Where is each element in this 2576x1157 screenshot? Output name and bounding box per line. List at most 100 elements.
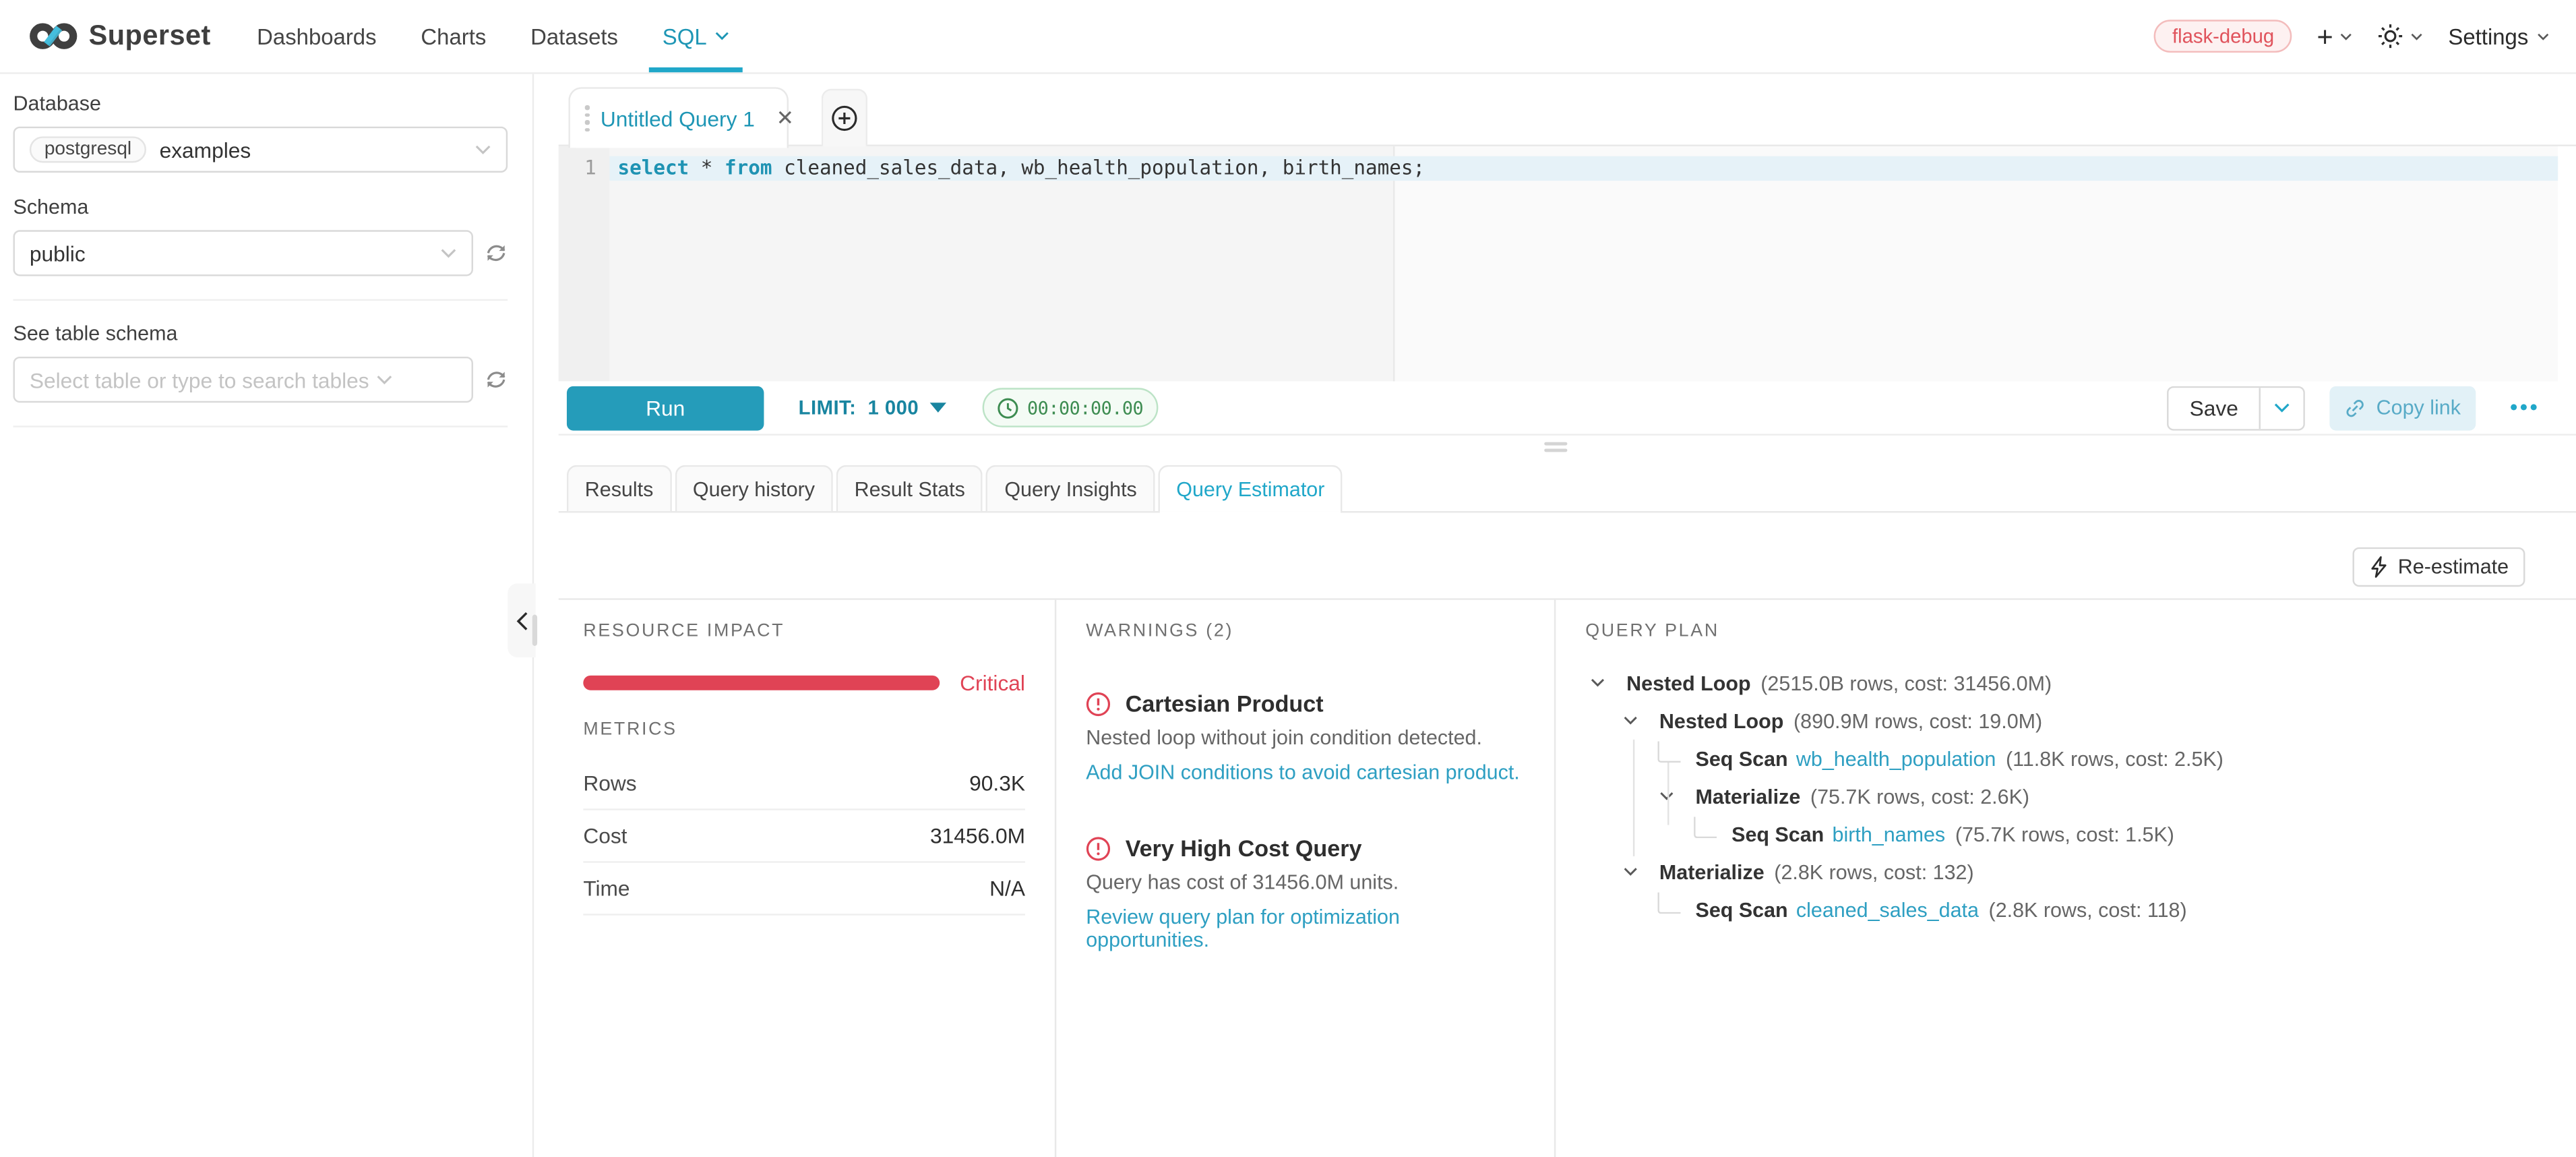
save-button[interactable]: Save xyxy=(2168,387,2260,428)
query-timer-badge: 00:00:00.00 xyxy=(983,388,1158,427)
metrics-header: METRICS xyxy=(583,720,1025,740)
plan-op: Materialize xyxy=(1659,860,1765,883)
close-tab-icon[interactable]: ✕ xyxy=(776,105,795,131)
run-button[interactable]: Run xyxy=(567,386,764,430)
new-menu-button[interactable]: + xyxy=(2317,22,2353,50)
metric-value: 90.3K xyxy=(969,771,1025,796)
plan-table-link[interactable]: birth_names xyxy=(1832,823,1945,846)
save-options-button[interactable] xyxy=(2260,387,2304,428)
chevron-down-icon xyxy=(2537,32,2550,40)
schema-select-value: public xyxy=(30,241,86,266)
refresh-tables-icon[interactable] xyxy=(485,368,508,391)
query-plan-header: QUERY PLAN xyxy=(1585,621,2546,641)
plus-icon: + xyxy=(2317,22,2333,50)
settings-label: Settings xyxy=(2448,24,2528,49)
query-estimator-panel: Re-estimate RESOURCE IMPACT Critical MET… xyxy=(559,513,2576,1157)
caret-down-icon[interactable] xyxy=(1622,863,1640,881)
sql-tables: cleaned_sales_data, wb_health_population… xyxy=(772,156,1425,179)
editor-actions-bar: Run LIMIT: 1 000 00:00:00.00 Save xyxy=(559,382,2576,436)
plan-op: Seq Scan xyxy=(1696,747,1788,770)
tab-query-history[interactable]: Query history xyxy=(675,465,833,511)
refresh-schemas-icon[interactable] xyxy=(485,241,508,264)
chevron-left-icon xyxy=(515,611,528,630)
tree-connector xyxy=(1694,817,1717,838)
tab-query-estimator[interactable]: Query Estimator xyxy=(1158,465,1343,511)
metrics-table: Rows 90.3K Cost 31456.0M Time N/A xyxy=(583,758,1025,916)
resource-impact-column: RESOURCE IMPACT Critical METRICS Rows 90… xyxy=(559,600,1057,1157)
chevron-down-icon xyxy=(474,144,491,155)
table-select[interactable]: Select table or type to search tables xyxy=(13,357,474,403)
main-nav: Dashboards Charts Datasets SQL xyxy=(257,0,730,72)
metric-value: N/A xyxy=(989,876,1025,901)
drag-handle-icon[interactable] xyxy=(585,105,589,131)
warnings-header: WARNINGS (2) xyxy=(1086,621,1525,641)
plan-node: Materialize (2.8K rows, cost: 132) xyxy=(1585,853,2546,891)
database-select[interactable]: postgresql examples xyxy=(13,127,508,173)
add-tab-button[interactable] xyxy=(822,89,867,146)
caret-down-icon[interactable] xyxy=(1589,674,1607,692)
plan-stats: (2515.0B rows, cost: 31456.0M) xyxy=(1760,672,2052,694)
plan-node: Nested Loop (2515.0B rows, cost: 31456.0… xyxy=(1585,664,2546,702)
metric-value: 31456.0M xyxy=(930,823,1025,848)
caret-down-icon[interactable] xyxy=(1622,711,1640,730)
copy-link-button[interactable]: Copy link xyxy=(2330,386,2476,430)
settings-menu-button[interactable]: Settings xyxy=(2448,24,2550,49)
splitter-handle-icon[interactable] xyxy=(1544,442,1567,456)
caret-down-icon[interactable] xyxy=(1657,788,1676,806)
timer-value: 00:00:00.00 xyxy=(1027,397,1143,419)
pane-splitter xyxy=(559,436,2576,465)
plan-table-link[interactable]: cleaned_sales_data xyxy=(1796,898,1979,921)
brand-name: Superset xyxy=(89,20,211,53)
reestimate-row: Re-estimate xyxy=(559,513,2576,599)
line-number: 1 xyxy=(584,156,596,179)
plan-op: Seq Scan xyxy=(1696,898,1788,921)
environment-tag: flask-debug xyxy=(2154,20,2292,53)
resource-impact-header: RESOURCE IMPACT xyxy=(583,621,1025,641)
editor-gutter: 1 xyxy=(559,146,610,382)
sql-editor[interactable]: 1 select * from cleaned_sales_data, wb_h… xyxy=(559,146,2576,382)
warning-suggestion-link[interactable]: Add JOIN conditions to avoid cartesian p… xyxy=(1086,761,1525,784)
sqllab-main: Untitled Query 1 ✕ xyxy=(536,74,2576,1157)
superset-infinity-icon xyxy=(30,22,78,51)
sql-keyword: select xyxy=(618,156,689,179)
nav-item-sql[interactable]: SQL xyxy=(663,0,730,72)
nav-item-datasets[interactable]: Datasets xyxy=(530,0,618,72)
metric-label: Rows xyxy=(583,771,636,796)
plus-circle-icon xyxy=(831,105,857,131)
warning-description: Query has cost of 31456.0M units. xyxy=(1086,871,1525,894)
superset-logo[interactable]: Superset xyxy=(30,20,211,53)
plan-node: Seq Scan wb_health_population (11.8K row… xyxy=(1585,740,2546,777)
warning-icon xyxy=(1086,835,1111,860)
theme-menu-button[interactable] xyxy=(2378,23,2424,49)
divider xyxy=(13,299,508,301)
tree-indent-guide xyxy=(1633,740,1634,856)
schema-select[interactable]: public xyxy=(13,230,474,276)
plan-stats: (2.8K rows, cost: 132) xyxy=(1774,860,1973,883)
collapse-sidebar-button[interactable] xyxy=(508,583,535,657)
warning-suggestion-link[interactable]: Review query plan for optimization oppor… xyxy=(1086,906,1525,951)
tab-results[interactable]: Results xyxy=(567,465,671,511)
sidebar-resize-handle[interactable] xyxy=(532,615,537,646)
tab-query-insights[interactable]: Query Insights xyxy=(987,465,1155,511)
nav-item-dashboards[interactable]: Dashboards xyxy=(257,0,376,72)
plan-table-link[interactable]: wb_health_population xyxy=(1796,747,1996,770)
actions-right: Save Copy link xyxy=(2167,386,2540,430)
warning-title: Cartesian Product xyxy=(1126,690,1324,717)
warning-item: Very High Cost Query Query has cost of 3… xyxy=(1086,835,1525,951)
chevron-down-icon xyxy=(2275,402,2291,413)
plan-op: Materialize xyxy=(1696,785,1801,808)
limit-label: LIMIT: xyxy=(799,396,857,419)
reestimate-button[interactable]: Re-estimate xyxy=(2352,547,2525,587)
query-tab[interactable]: Untitled Query 1 ✕ xyxy=(568,87,789,148)
sql-operator: * xyxy=(689,156,725,179)
nav-item-charts[interactable]: Charts xyxy=(421,0,486,72)
tree-connector xyxy=(1657,893,1680,914)
more-options-button[interactable]: ••• xyxy=(2510,399,2540,415)
tab-result-stats[interactable]: Result Stats xyxy=(836,465,983,511)
limit-dropdown[interactable]: LIMIT: 1 000 xyxy=(799,396,947,419)
limit-value: 1 000 xyxy=(867,396,919,419)
sql-code-line: select * from cleaned_sales_data, wb_hea… xyxy=(618,156,1425,181)
warning-icon xyxy=(1086,691,1111,716)
navbar: Superset Dashboards Charts Datasets SQL … xyxy=(0,0,2576,74)
impact-bar xyxy=(583,676,940,690)
